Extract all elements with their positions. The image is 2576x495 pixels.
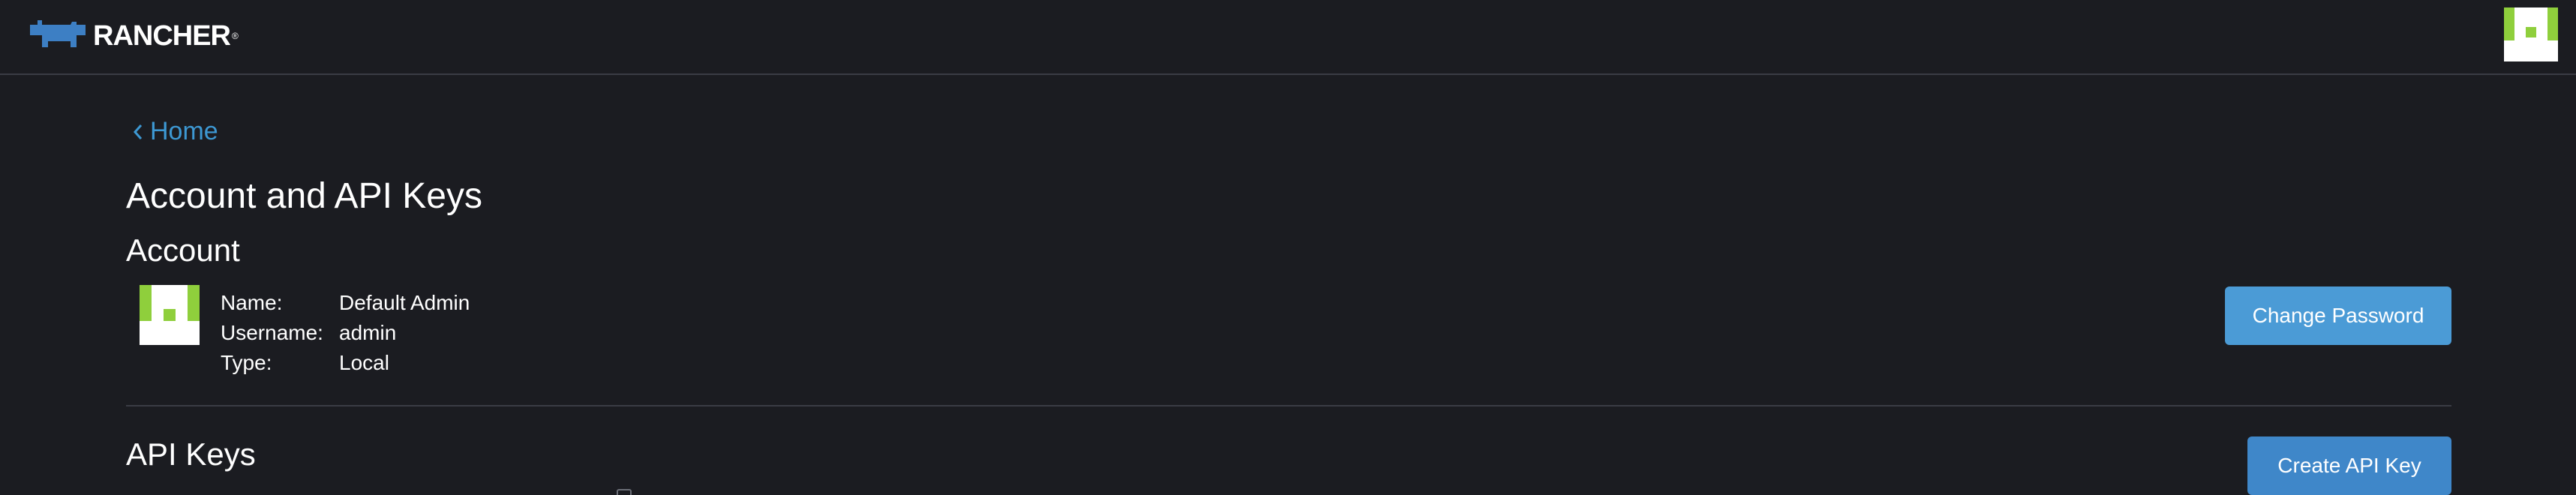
home-back-label: Home bbox=[150, 117, 218, 146]
change-password-button[interactable]: Change Password bbox=[2225, 286, 2451, 345]
api-keys-section-title: API Keys bbox=[126, 436, 256, 472]
user-avatar-icon[interactable] bbox=[2504, 8, 2558, 62]
top-bar: RANCHER ® bbox=[0, 0, 2576, 75]
account-section-title: Account bbox=[126, 232, 240, 268]
field-label: Type: bbox=[221, 351, 272, 374]
rancher-cow-icon bbox=[30, 20, 86, 47]
section-divider bbox=[126, 405, 2451, 406]
field-value: Local bbox=[339, 351, 389, 374]
api-keys-table-header-cutoff bbox=[126, 486, 651, 495]
logo-wordmark: RANCHER bbox=[93, 20, 231, 52]
chevron-left-icon bbox=[133, 124, 143, 140]
account-info-table: Name: Default Admin Username: admin Type… bbox=[221, 288, 470, 378]
account-avatar-icon bbox=[140, 285, 200, 345]
field-value: Default Admin bbox=[339, 291, 470, 314]
logo-trademark: ® bbox=[232, 31, 239, 41]
home-back-link[interactable]: Home bbox=[132, 117, 218, 146]
account-field-type: Type: Local bbox=[221, 348, 470, 378]
field-label: Username: bbox=[221, 321, 323, 344]
page-title: Account and API Keys bbox=[126, 176, 482, 216]
account-field-username: Username: admin bbox=[221, 318, 470, 348]
field-value: admin bbox=[339, 321, 397, 344]
create-api-key-button[interactable]: Create API Key bbox=[2247, 436, 2451, 495]
account-field-name: Name: Default Admin bbox=[221, 288, 470, 318]
select-all-checkbox[interactable] bbox=[617, 489, 632, 495]
rancher-logo[interactable]: RANCHER ® bbox=[27, 16, 239, 56]
field-label: Name: bbox=[221, 291, 283, 314]
